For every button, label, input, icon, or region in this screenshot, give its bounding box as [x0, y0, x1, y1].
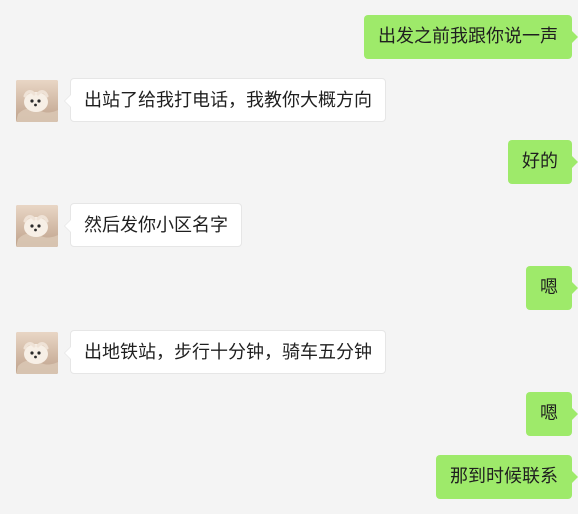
message-text: 出站了给我打电话，我教你大概方向 — [84, 90, 372, 111]
avatar-icon — [16, 80, 58, 122]
avatar-icon — [16, 332, 58, 374]
avatar-icon — [16, 205, 58, 247]
chat-conversation: 出发之前我跟你说一声 出站了给我打电话，我教你大概方向 好的 然后发你小区名字 … — [0, 0, 578, 514]
outgoing-message-bubble[interactable]: 出发之前我跟你说一声 — [364, 15, 578, 59]
message-text: 嗯 — [540, 403, 558, 424]
outgoing-message-bubble[interactable]: 好的 — [508, 140, 578, 184]
incoming-message-bubble[interactable]: 出站了给我打电话，我教你大概方向 — [64, 78, 386, 122]
message-text: 然后发你小区名字 — [84, 215, 228, 236]
incoming-message-bubble[interactable]: 然后发你小区名字 — [64, 203, 242, 247]
avatar-icon[interactable] — [16, 332, 58, 374]
incoming-message-bubble[interactable]: 出地铁站，步行十分钟，骑车五分钟 — [64, 330, 386, 374]
message-text: 好的 — [522, 151, 558, 172]
outgoing-message-bubble[interactable]: 那到时候联系 — [436, 455, 578, 499]
outgoing-message-bubble[interactable]: 嗯 — [526, 392, 578, 436]
message-text: 那到时候联系 — [450, 466, 558, 487]
message-text: 出发之前我跟你说一声 — [378, 26, 558, 47]
message-text: 嗯 — [540, 277, 558, 298]
outgoing-message-bubble[interactable]: 嗯 — [526, 266, 578, 310]
avatar-icon[interactable] — [16, 205, 58, 247]
message-text: 出地铁站，步行十分钟，骑车五分钟 — [84, 342, 372, 363]
avatar-icon[interactable] — [16, 80, 58, 122]
